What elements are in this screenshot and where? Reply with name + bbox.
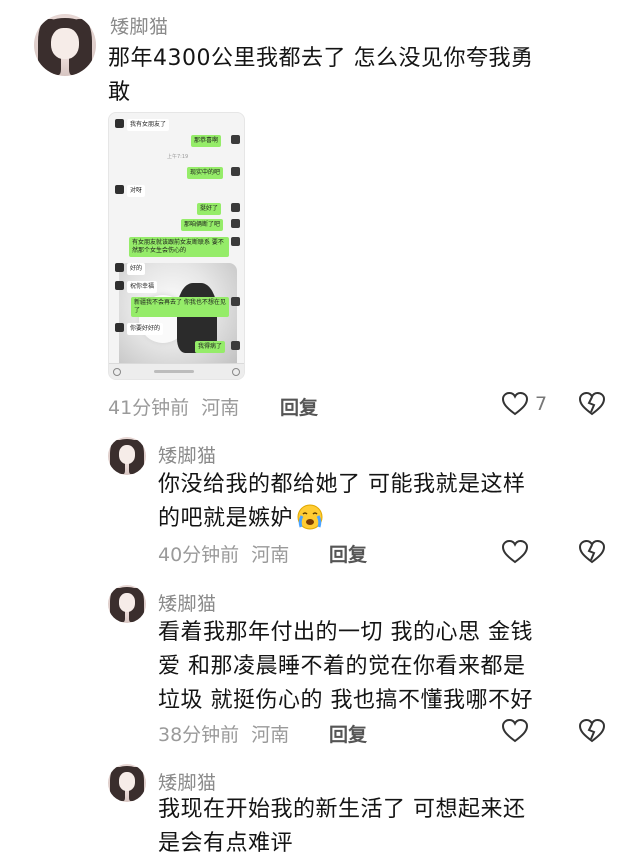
comment-text: 我现在开始我的新生活了 可想起来还 是会有点难评 <box>158 797 526 856</box>
heart-icon[interactable] <box>502 719 528 743</box>
like-count: 7 <box>535 393 548 415</box>
avatar[interactable] <box>108 764 146 802</box>
comment-author[interactable]: 矮脚猫 <box>158 768 217 795</box>
chat-message: 新疆我不会再去了 你我也不想在见了 <box>131 297 229 317</box>
comment-meta: 40分钟前 河南 <box>158 540 289 567</box>
comment-text: 那年4300公里我都去了 怎么没见你夸我勇 敢 <box>108 46 534 105</box>
broken-heart-icon[interactable] <box>578 392 606 416</box>
comment-author[interactable]: 矮脚猫 <box>158 441 217 468</box>
comment-text: 你没给我的都给她了 可能我就是这样 的吧就是嫉妒 <box>158 472 526 531</box>
chat-message: 那咱俩断了吧 <box>181 219 224 231</box>
comment-text: 看着我那年付出的一切 我的心思 金钱 爱 和那凌晨睡不着的觉在你看来都是 垃圾 … <box>158 620 533 713</box>
avatar[interactable] <box>108 437 146 475</box>
chat-screenshot-image[interactable]: 我有女朋友了 那恭喜啊 上午7:19 现实中的吧 对呀 挺好了 那咱俩断了吧 有… <box>108 112 245 380</box>
chat-timestamp: 上午7:19 <box>167 154 189 160</box>
chat-message: 祝你幸福 <box>127 281 158 293</box>
comment-location: 河南 <box>251 544 290 566</box>
comment-meta: 41分钟前 河南 <box>108 393 239 420</box>
heart-icon[interactable] <box>502 540 528 564</box>
chat-message: 好的 <box>127 263 146 275</box>
reply-button[interactable]: 回复 <box>329 540 367 567</box>
comment-author[interactable]: 矮脚猫 <box>158 589 217 616</box>
avatar[interactable] <box>108 585 146 623</box>
chat-message: 我有女朋友了 <box>127 119 170 131</box>
reply-button[interactable]: 回复 <box>280 393 318 420</box>
comment-thread: 矮脚猫 那年4300公里我都去了 怎么没见你夸我勇 敢 我有女朋友了 那恭喜啊 … <box>0 0 640 861</box>
chat-message: 你要好好的 <box>127 323 164 335</box>
comment-time: 40分钟前 <box>158 544 240 566</box>
comment-time: 41分钟前 <box>108 397 190 419</box>
chat-message: 挺好了 <box>197 203 222 215</box>
broken-heart-icon[interactable] <box>578 719 606 743</box>
comment-location: 河南 <box>201 397 240 419</box>
comment-author[interactable]: 矮脚猫 <box>110 12 169 39</box>
chat-message: 有女朋友就该跟前女友断联系 要不然那个女生会伤心的 <box>129 237 229 257</box>
chat-message: 现实中的吧 <box>187 167 224 179</box>
broken-heart-icon[interactable] <box>578 540 606 564</box>
comment-location: 河南 <box>251 724 290 746</box>
chat-message: 我得病了 <box>195 341 226 353</box>
comment-time: 38分钟前 <box>158 724 240 746</box>
chat-message: 对呀 <box>127 185 146 197</box>
crying-emoji-icon <box>297 504 323 530</box>
heart-icon[interactable] <box>502 392 528 416</box>
reply-button[interactable]: 回复 <box>329 720 367 747</box>
chat-message: 那恭喜啊 <box>191 135 222 147</box>
comment-meta: 38分钟前 河南 <box>158 720 289 747</box>
avatar[interactable] <box>34 14 96 76</box>
